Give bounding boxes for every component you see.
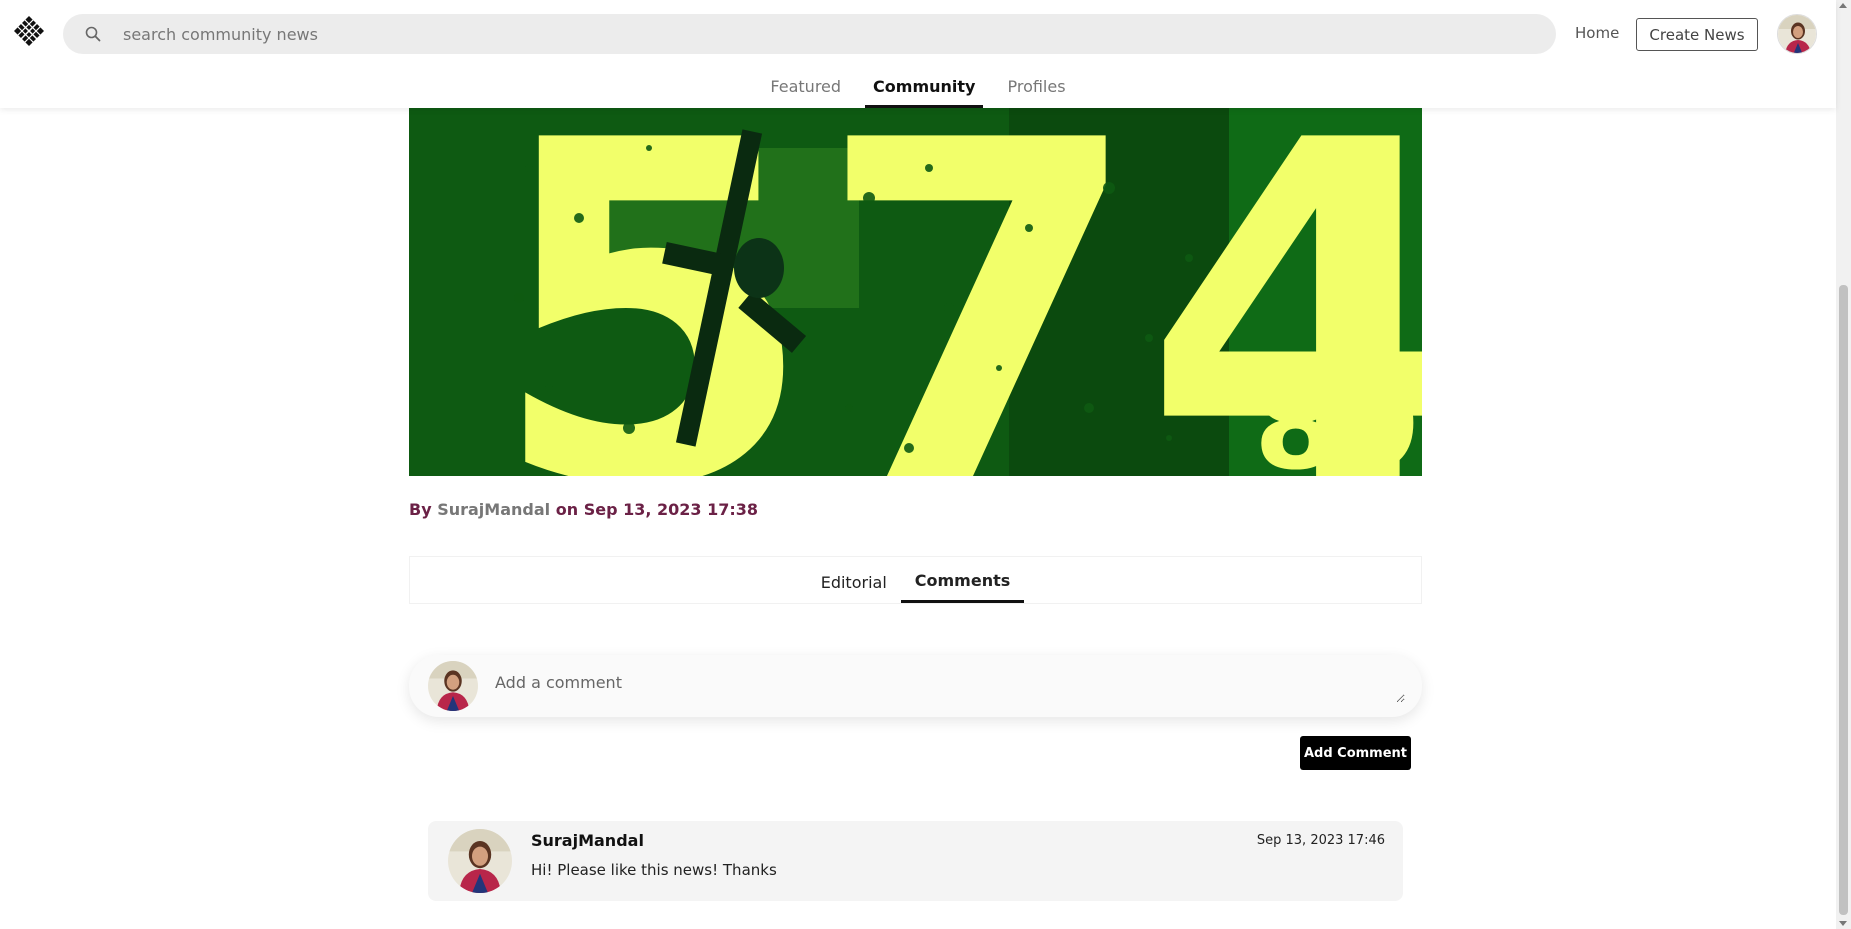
- scrollbar-thumb[interactable]: [1839, 285, 1848, 915]
- tab-comments[interactable]: Comments: [900, 557, 1025, 603]
- comment-date: Sep 13, 2023 17:46: [1256, 833, 1385, 848]
- search-input[interactable]: [123, 24, 1523, 44]
- home-link[interactable]: Home: [1575, 24, 1619, 42]
- comment-form-avatar: [428, 661, 478, 711]
- tab-editorial[interactable]: Editorial: [807, 557, 901, 603]
- tab-featured[interactable]: Featured: [762, 70, 849, 108]
- search-bar[interactable]: [63, 14, 1556, 54]
- search-icon: [83, 24, 103, 44]
- comment-author-avatar[interactable]: [448, 829, 512, 893]
- comment-author[interactable]: SurajMandal: [531, 831, 644, 850]
- main-nav-tabs: Featured Community Profiles: [0, 70, 1836, 108]
- create-news-button[interactable]: Create News: [1636, 18, 1758, 51]
- article-byline: By SurajMandal on Sep 13, 2023 17:38: [409, 500, 758, 519]
- comment-item: SurajMandal Sep 13, 2023 17:46 Hi! Pleas…: [428, 821, 1403, 901]
- cover-small-text: 89: [1254, 358, 1421, 476]
- article-tabs: Editorial Comments: [409, 556, 1422, 604]
- comment-input[interactable]: [495, 667, 1405, 703]
- article-cover-image: 574 89: [409, 108, 1422, 476]
- scroll-up-icon[interactable]: [1839, 3, 1847, 8]
- byline-on: on: [555, 500, 579, 519]
- comment-form: [409, 655, 1422, 717]
- tab-community[interactable]: Community: [865, 70, 984, 108]
- app-logo-icon[interactable]: [12, 14, 46, 48]
- byline-prefix: By: [409, 500, 432, 519]
- page-scrollbar[interactable]: [1836, 0, 1851, 929]
- byline-date: Sep 13, 2023 17:38: [583, 500, 759, 519]
- scroll-down-icon[interactable]: [1839, 921, 1847, 926]
- tab-profiles[interactable]: Profiles: [999, 70, 1073, 108]
- user-avatar[interactable]: [1777, 14, 1817, 54]
- top-header: Home Create News Featured Community Prof…: [0, 0, 1836, 108]
- add-comment-button[interactable]: Add Comment: [1300, 736, 1411, 770]
- comment-text: Hi! Please like this news! Thanks: [531, 861, 777, 879]
- byline-author-link[interactable]: SurajMandal: [437, 500, 550, 519]
